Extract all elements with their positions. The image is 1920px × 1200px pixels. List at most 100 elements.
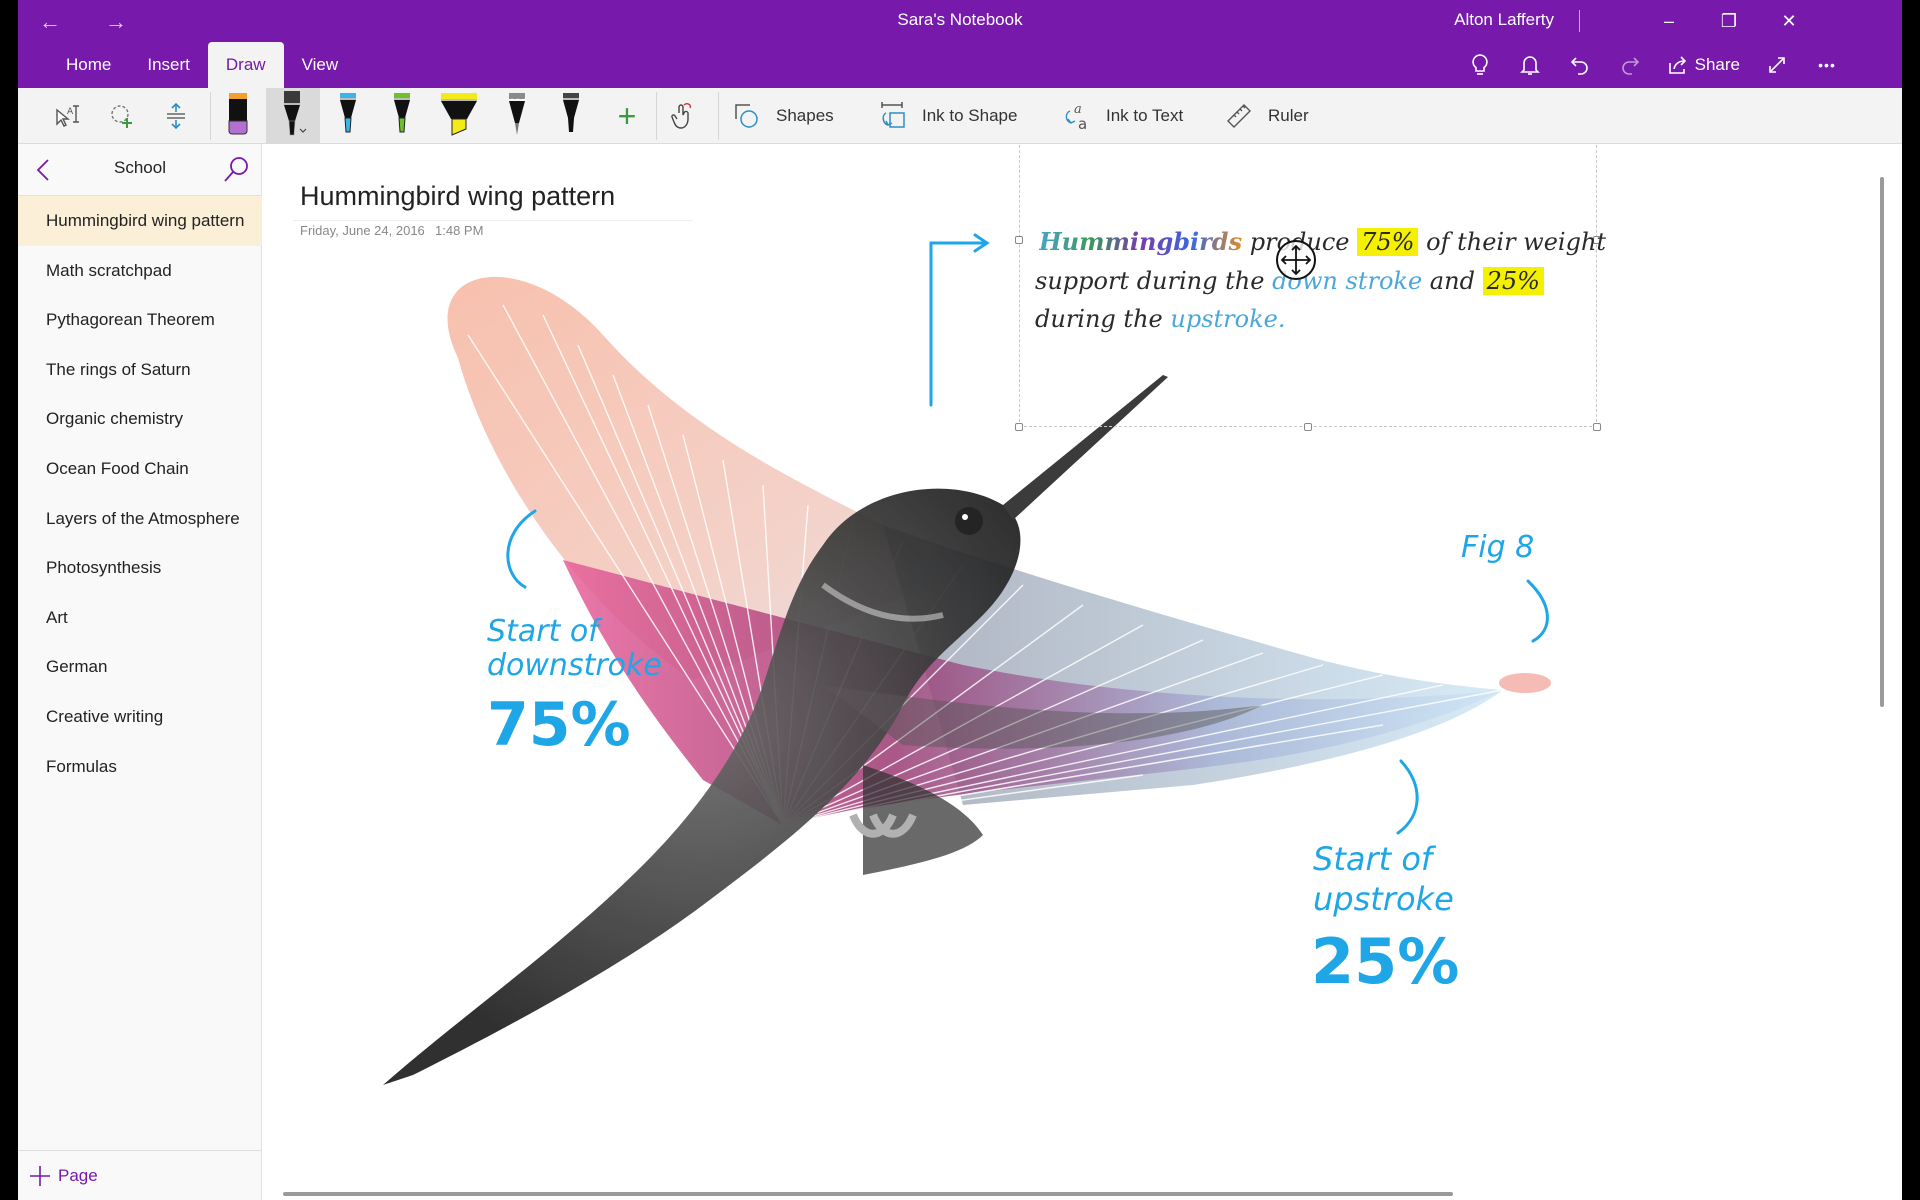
resize-handle[interactable]: [1015, 423, 1023, 431]
maximize-button[interactable]: ❐: [1706, 4, 1752, 38]
tell-me-button[interactable]: [1455, 48, 1505, 82]
ink-to-text-button[interactable]: aa Ink to Text: [1050, 88, 1193, 144]
more-button[interactable]: •••: [1802, 48, 1852, 82]
vertical-scrollbar[interactable]: [1880, 177, 1884, 707]
redo-icon: [1621, 57, 1639, 75]
ink-to-text-icon: aa: [1065, 102, 1087, 131]
tab-view[interactable]: View: [284, 42, 357, 88]
page-canvas[interactable]: Hummingbird wing pattern Friday, June 24…: [263, 145, 1902, 1200]
pen-dark-button[interactable]: [546, 88, 596, 144]
add-pen-button[interactable]: +: [602, 88, 652, 144]
add-page-button[interactable]: Page: [18, 1150, 262, 1200]
resize-handle[interactable]: [1593, 423, 1601, 431]
note-line-3: during the upstroke.: [1035, 305, 1285, 333]
forward-button[interactable]: →: [96, 6, 136, 38]
ruler-icon: [1227, 104, 1251, 128]
downstroke-annotation[interactable]: Start of downstroke: [487, 615, 662, 683]
onenote-window: ← → Sara's Notebook Alton Lafferty – ❐ ✕…: [18, 0, 1902, 1200]
resize-handle[interactable]: [1015, 236, 1023, 244]
lasso-select-button[interactable]: [100, 88, 144, 144]
back-button[interactable]: ←: [30, 6, 70, 38]
close-button[interactable]: ✕: [1766, 4, 1812, 38]
arrow-right-icon: →: [105, 9, 127, 34]
downstroke-percent[interactable]: 75%: [487, 690, 631, 760]
highlighter-yellow-button[interactable]: [430, 88, 488, 144]
undo-icon: [1570, 57, 1588, 75]
restore-icon: ❐: [1720, 11, 1738, 31]
type-select-button[interactable]: A: [46, 88, 90, 144]
undo-button[interactable]: [1555, 48, 1605, 82]
divider: [210, 92, 211, 140]
page-item[interactable]: Hummingbird wing pattern: [18, 196, 262, 246]
bell-icon: [1519, 56, 1540, 75]
annotation-line: Start of: [1313, 840, 1433, 878]
section-header: School: [18, 144, 262, 196]
move-icon: [1280, 244, 1312, 276]
lightbulb-icon: [1471, 54, 1488, 75]
search-button[interactable]: [222, 154, 252, 186]
window-title: Sara's Notebook: [897, 10, 1023, 29]
shapes-label: Shapes: [776, 106, 834, 125]
ink-to-text-label: Ink to Text: [1106, 106, 1184, 125]
downstroke-bracket: [506, 509, 537, 589]
pencil-icon: [508, 93, 526, 135]
page-item[interactable]: Creative writing: [18, 692, 262, 742]
plus-icon: [30, 1165, 50, 1186]
pen-icon: [394, 93, 410, 133]
upstroke-percent[interactable]: 25%: [1311, 925, 1459, 998]
pen-icon: [284, 91, 307, 136]
share-icon: [1668, 56, 1686, 74]
svg-text:A: A: [67, 107, 74, 117]
page-item[interactable]: Math scratchpad: [18, 246, 262, 296]
page-item[interactable]: Layers of the Atmosphere: [18, 494, 262, 544]
touch-draw-icon: [671, 103, 692, 129]
highlighted-75: 75%: [1357, 228, 1419, 256]
tab-home[interactable]: Home: [48, 42, 129, 88]
close-icon: ✕: [1781, 11, 1797, 31]
ink-to-shape-button[interactable]: Ink to Shape: [868, 88, 1027, 144]
pencil-gray-button[interactable]: [492, 88, 542, 144]
insert-space-button[interactable]: [154, 88, 198, 144]
pen-black-button[interactable]: [266, 88, 320, 144]
tab-draw[interactable]: Draw: [207, 42, 284, 88]
eraser-button[interactable]: [214, 88, 262, 144]
title-bar: ← → Sara's Notebook Alton Lafferty – ❐ ✕…: [18, 0, 1902, 88]
ruler-button[interactable]: Ruler: [1214, 88, 1319, 144]
note-text: during the: [1035, 305, 1163, 333]
annotation-line: Start of: [487, 614, 599, 649]
more-icon: •••: [1818, 57, 1836, 73]
shapes-icon: [735, 104, 758, 128]
pen-icon: [563, 93, 579, 132]
page-item[interactable]: Art: [18, 593, 262, 643]
add-page-label: Page: [58, 1165, 98, 1185]
share-button[interactable]: Share: [1655, 48, 1752, 82]
horizontal-scrollbar[interactable]: [283, 1192, 1453, 1196]
user-name[interactable]: Alton Lafferty: [1454, 10, 1554, 30]
bracket-arrow: [929, 233, 990, 407]
tab-insert[interactable]: Insert: [129, 42, 208, 88]
expand-icon: [1769, 57, 1785, 73]
notifications-button[interactable]: [1505, 48, 1555, 82]
pen-blue-button[interactable]: [324, 88, 372, 144]
fullscreen-button[interactable]: [1752, 48, 1802, 82]
upstroke-annotation[interactable]: Start of upstroke: [1313, 839, 1454, 919]
shapes-button[interactable]: Shapes: [722, 88, 844, 144]
redo-button[interactable]: [1605, 48, 1655, 82]
page-item[interactable]: German: [18, 642, 262, 692]
page-item[interactable]: Pythagorean Theorem: [18, 295, 262, 345]
page-item[interactable]: Photosynthesis: [18, 543, 262, 593]
page-item[interactable]: Formulas: [18, 742, 262, 792]
page-item[interactable]: The rings of Saturn: [18, 345, 262, 395]
minimize-button[interactable]: –: [1646, 4, 1692, 38]
arrow-left-icon: ←: [39, 9, 61, 34]
note-text: of their weight: [1426, 228, 1607, 256]
draw-with-touch-button[interactable]: [662, 88, 706, 144]
draw-ribbon: A + Shapes Ink to Shape a a Ink to Text …: [18, 88, 1902, 144]
svg-text:a: a: [1078, 115, 1087, 131]
pen-green-button[interactable]: [378, 88, 426, 144]
resize-handle[interactable]: [1304, 423, 1312, 431]
fig-label[interactable]: Fig 8: [1461, 530, 1534, 565]
page-item[interactable]: Ocean Food Chain: [18, 444, 262, 494]
wing-tip: [1499, 673, 1551, 693]
page-item[interactable]: Organic chemistry: [18, 394, 262, 444]
